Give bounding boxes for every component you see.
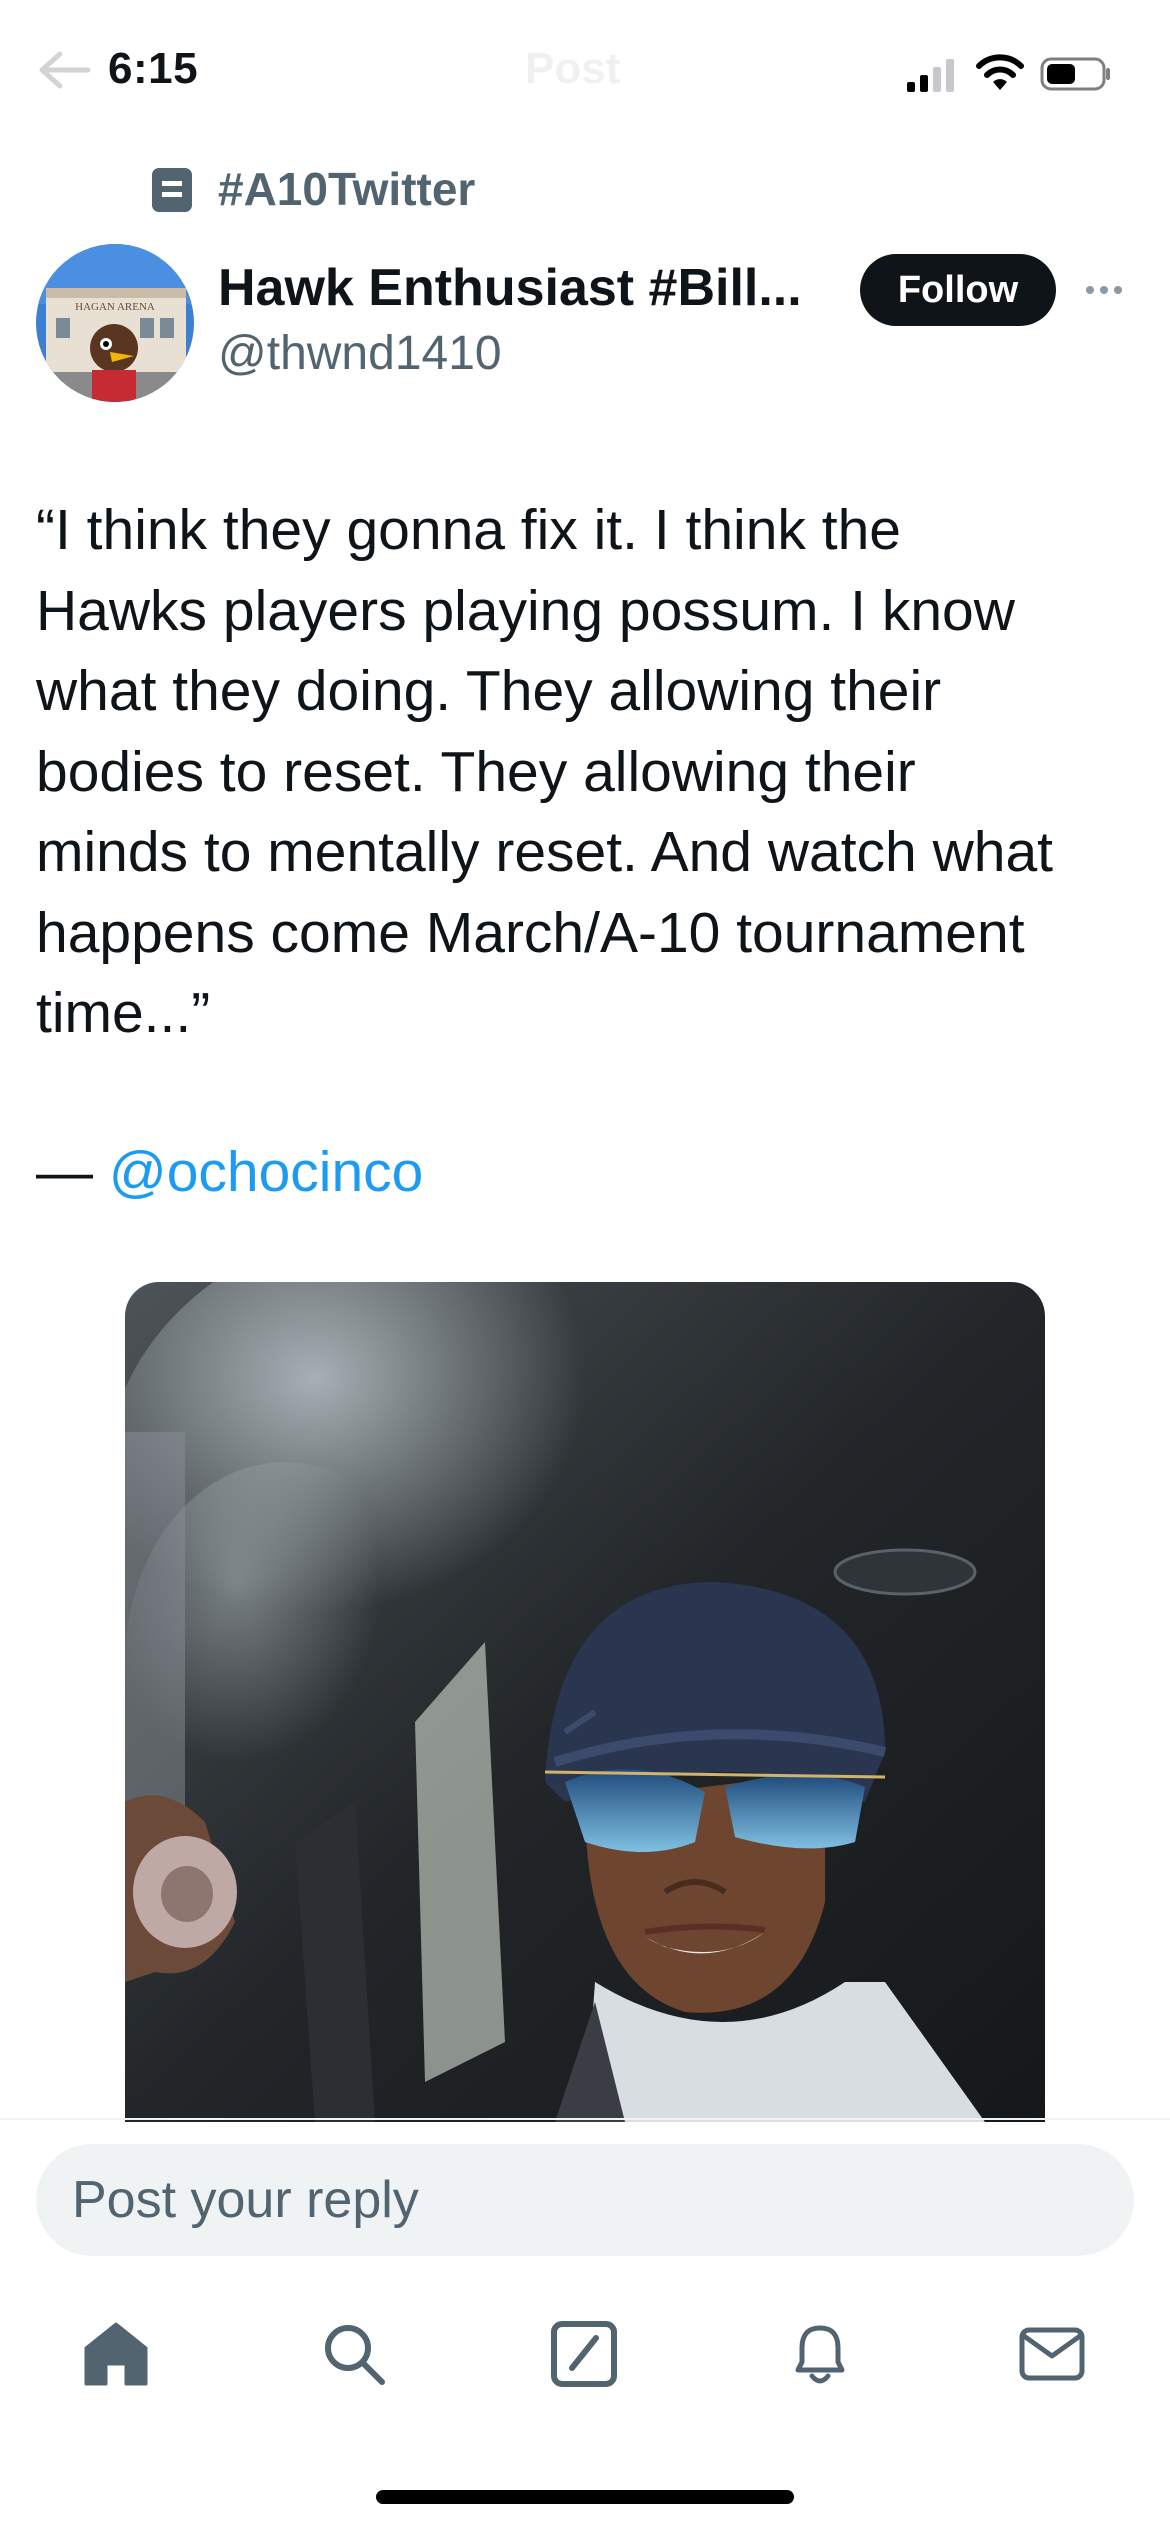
reply-input[interactable]	[36, 2144, 1134, 2256]
avatar[interactable]: HAGAN ARENA	[36, 244, 194, 402]
compose-icon[interactable]	[548, 2318, 620, 2390]
header-title: Post	[525, 44, 621, 93]
divider	[0, 2118, 1170, 2120]
tweet-text: “I think they gonna fix it. I think the …	[36, 498, 1053, 1045]
back-arrow-icon[interactable]	[36, 48, 92, 92]
follow-button[interactable]: Follow	[860, 254, 1056, 326]
bell-icon[interactable]	[784, 2318, 856, 2390]
display-name[interactable]: Hawk Enthusiast #Bill...	[218, 258, 802, 318]
home-icon[interactable]	[80, 2318, 152, 2390]
community-icon	[152, 168, 192, 212]
community-name[interactable]: #A10Twitter	[218, 162, 475, 216]
svg-text:HAGAN ARENA: HAGAN ARENA	[75, 301, 155, 313]
mention-link[interactable]: @ochocinco	[109, 1140, 424, 1204]
attribution-dash: —	[36, 1140, 109, 1204]
battery-icon	[1040, 57, 1110, 91]
home-indicator	[376, 2490, 794, 2504]
search-icon[interactable]	[318, 2318, 390, 2390]
tweet-media-video[interactable]	[125, 1282, 1045, 2122]
status-time: 6:15	[108, 44, 199, 93]
video-thumbnail	[125, 1282, 1045, 2122]
more-options-icon[interactable]	[1080, 270, 1128, 310]
user-handle[interactable]: @thwnd1410	[218, 326, 502, 381]
wifi-icon	[976, 54, 1024, 90]
cellular-signal-icon	[907, 59, 954, 92]
mail-icon[interactable]	[1016, 2318, 1088, 2390]
tweet-attribution: — @ochocinco	[36, 1132, 423, 1212]
